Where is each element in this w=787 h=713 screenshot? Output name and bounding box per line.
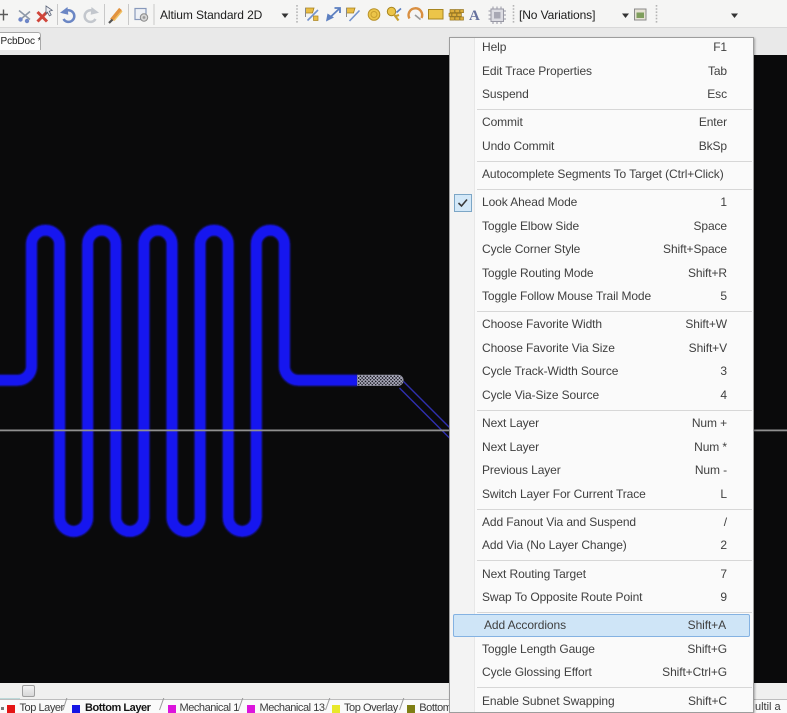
svg-text:A: A (469, 8, 480, 24)
